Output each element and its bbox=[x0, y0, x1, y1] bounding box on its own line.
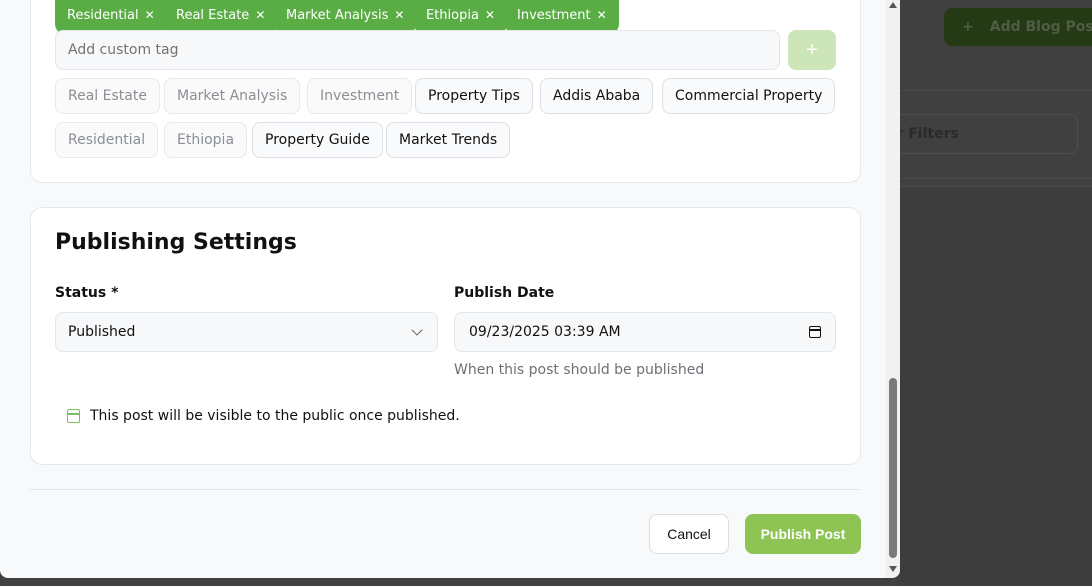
add-blog-post-label: Add Blog Post bbox=[989, 19, 1092, 35]
calendar-icon bbox=[67, 409, 80, 423]
remove-tag-icon[interactable]: ✕ bbox=[485, 8, 495, 22]
publish-date-input[interactable]: 09/23/2025 03:39 AM bbox=[454, 312, 836, 352]
publish-date-helper: When this post should be published bbox=[454, 362, 705, 378]
add-tag-button[interactable]: + bbox=[788, 30, 836, 70]
chip-label: Residential bbox=[67, 7, 139, 23]
chip-label: Ethiopia bbox=[426, 7, 479, 23]
visibility-notice: This post will be visible to the public … bbox=[67, 408, 460, 424]
selected-tag-chip[interactable]: Residential ✕ bbox=[55, 0, 167, 34]
background-panel bbox=[900, 186, 1092, 586]
selected-tag-chip[interactable]: Investment ✕ bbox=[505, 0, 619, 34]
selected-tag-chip[interactable]: Real Estate ✕ bbox=[164, 0, 278, 34]
suggested-tag[interactable]: Commercial Property bbox=[662, 78, 836, 114]
status-label: Status * bbox=[55, 285, 119, 301]
suggested-tag: Residential bbox=[55, 122, 159, 158]
remove-tag-icon[interactable]: ✕ bbox=[255, 8, 265, 22]
section-title: Publishing Settings bbox=[55, 230, 297, 255]
filters-button: ar Filters bbox=[880, 114, 1078, 154]
remove-tag-icon[interactable]: ✕ bbox=[145, 8, 155, 22]
scroll-up-arrow-icon[interactable] bbox=[889, 2, 897, 8]
chip-label: Real Estate bbox=[176, 7, 250, 23]
add-blog-post-button: + Add Blog Post bbox=[944, 8, 1092, 46]
divider bbox=[900, 178, 1092, 179]
publish-post-button[interactable]: Publish Post bbox=[745, 514, 861, 554]
plus-icon: + bbox=[962, 19, 974, 35]
suggested-tag: Ethiopia bbox=[164, 122, 248, 158]
scroll-down-arrow-icon[interactable] bbox=[889, 566, 897, 572]
status-value: Published bbox=[68, 324, 136, 340]
selected-tag-chip[interactable]: Market Analysis ✕ bbox=[274, 0, 417, 34]
modal-scrollbar[interactable] bbox=[886, 0, 900, 578]
publish-date-label: Publish Date bbox=[454, 285, 555, 301]
notice-text: This post will be visible to the public … bbox=[90, 408, 460, 424]
suggested-tag[interactable]: Property Tips bbox=[415, 78, 533, 114]
cancel-button[interactable]: Cancel bbox=[649, 514, 729, 554]
suggested-tag: Real Estate bbox=[55, 78, 160, 114]
chevron-down-icon bbox=[411, 324, 423, 336]
remove-tag-icon[interactable]: ✕ bbox=[597, 8, 607, 22]
suggested-tag[interactable]: Property Guide bbox=[252, 122, 383, 158]
footer-divider bbox=[30, 489, 861, 490]
calendar-picker-icon[interactable] bbox=[809, 326, 821, 338]
remove-tag-icon[interactable]: ✕ bbox=[394, 8, 404, 22]
plus-icon: + bbox=[806, 38, 818, 61]
divider bbox=[900, 90, 1092, 91]
create-blog-post-modal: Residential ✕ Real Estate ✕ Market Analy… bbox=[0, 0, 900, 578]
chip-label: Market Analysis bbox=[286, 7, 389, 23]
suggested-tag: Investment bbox=[307, 78, 413, 114]
scrollbar-thumb[interactable] bbox=[889, 378, 897, 558]
custom-tag-input[interactable] bbox=[55, 30, 780, 70]
publish-date-value: 09/23/2025 03:39 AM bbox=[469, 324, 621, 340]
chip-label: Investment bbox=[517, 7, 591, 23]
suggested-tag[interactable]: Addis Ababa bbox=[540, 78, 654, 114]
suggested-tag[interactable]: Market Trends bbox=[386, 122, 511, 158]
status-select[interactable]: Published bbox=[55, 312, 438, 352]
suggested-tag: Market Analysis bbox=[164, 78, 301, 114]
selected-tag-chip[interactable]: Ethiopia ✕ bbox=[414, 0, 508, 34]
